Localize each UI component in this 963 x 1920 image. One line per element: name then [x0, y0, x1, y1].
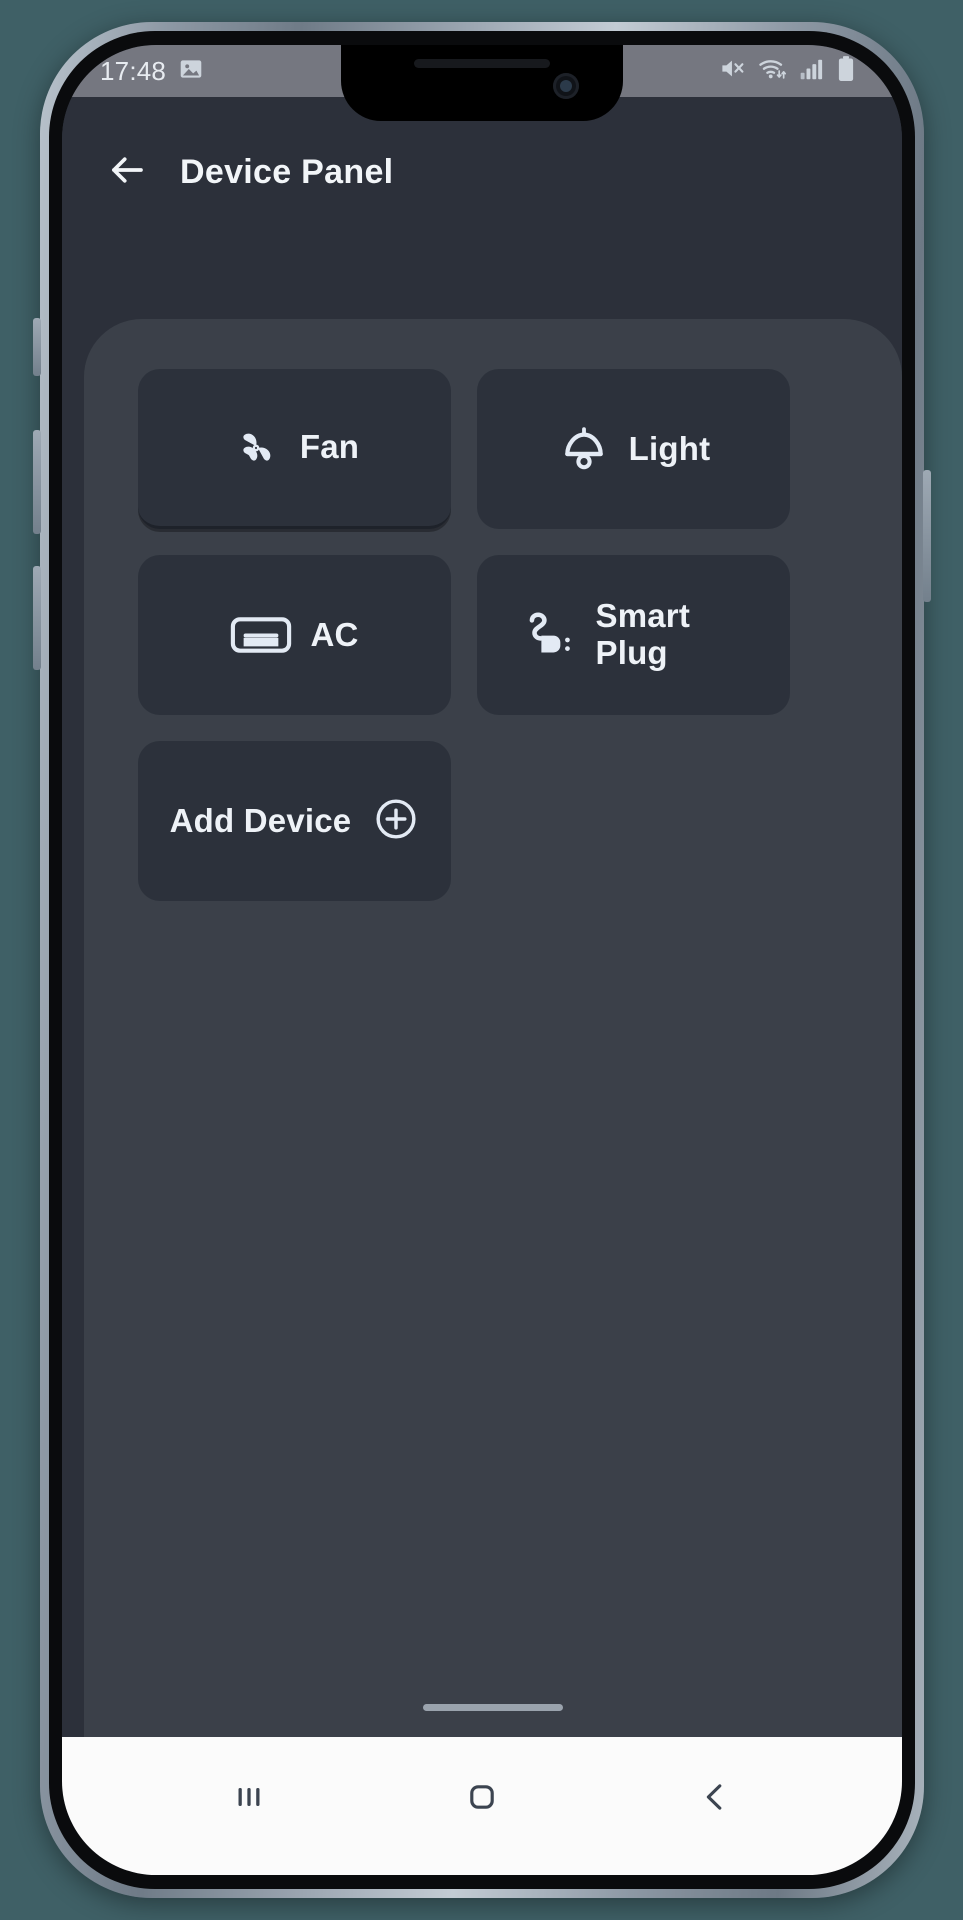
volume-down-button[interactable]	[33, 566, 41, 670]
status-bar-left: 17:48	[100, 56, 204, 87]
home-button[interactable]	[438, 1764, 526, 1834]
front-camera	[553, 73, 579, 99]
status-bar-right	[719, 55, 862, 88]
cellular-signal-icon	[799, 56, 824, 87]
back-nav-button[interactable]	[671, 1764, 759, 1834]
device-card-ac[interactable]: AC	[138, 555, 451, 715]
back-button[interactable]	[104, 149, 150, 195]
earpiece-speaker	[414, 59, 550, 68]
arrow-left-icon	[106, 149, 148, 196]
fan-icon	[230, 422, 282, 474]
back-chevron-icon	[697, 1779, 733, 1820]
page-title: Device Panel	[180, 152, 394, 191]
mute-icon	[719, 55, 746, 87]
device-panel-surface: Fan Light AC Smart Plug Add Device	[84, 319, 902, 1737]
app-content: Device Panel Fan Light AC Smart Plug Add…	[62, 97, 902, 1737]
image-icon	[178, 56, 204, 87]
device-card-label: AC	[310, 615, 359, 653]
battery-icon	[836, 55, 856, 88]
add-device-button[interactable]: Add Device	[138, 741, 451, 901]
home-indicator	[423, 1704, 563, 1711]
plus-circle-icon	[373, 796, 419, 847]
device-card-fan[interactable]: Fan	[138, 369, 451, 529]
air-conditioner-icon	[230, 612, 292, 658]
power-button[interactable]	[923, 470, 931, 602]
device-card-label: Light	[628, 429, 711, 467]
power-plug-icon	[522, 609, 578, 661]
android-navigation-bar	[62, 1737, 902, 1875]
recents-icon	[231, 1779, 267, 1820]
mute-switch-button[interactable]	[33, 318, 41, 376]
ceiling-light-icon	[557, 422, 611, 476]
device-card-label: Smart Plug	[595, 597, 691, 671]
recents-button[interactable]	[205, 1764, 293, 1834]
phone-screen: 17:48 Device Panel Fan Light AC Smart Pl…	[62, 45, 902, 1875]
home-icon	[464, 1779, 500, 1820]
volume-up-button[interactable]	[33, 430, 41, 534]
wifi-icon	[758, 55, 787, 87]
device-card-label: Fan	[299, 428, 360, 466]
add-device-label: Add Device	[169, 802, 352, 839]
display-notch	[341, 45, 623, 121]
device-card-smart-plug[interactable]: Smart Plug	[477, 555, 790, 715]
device-card-light[interactable]: Light	[477, 369, 790, 529]
status-bar-clock: 17:48	[100, 55, 167, 86]
device-grid: Fan Light AC Smart Plug Add Device	[138, 369, 790, 901]
